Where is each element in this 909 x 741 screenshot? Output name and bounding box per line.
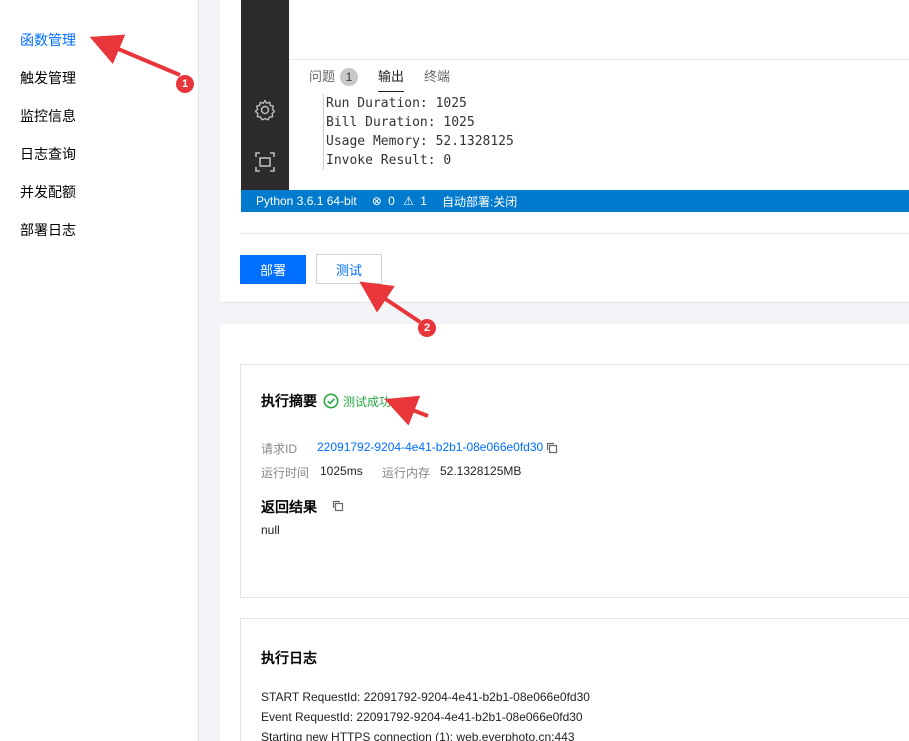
summary-title: 执行摘要: [261, 393, 317, 409]
memory-label: 运行内存: [382, 466, 431, 480]
focus-icon[interactable]: [253, 150, 277, 174]
execution-summary: 执行摘要 测试成功 请求ID 22091792-9204-4e41-b2b1-0…: [240, 364, 909, 598]
request-id-value[interactable]: 22091792-9204-4e41-b2b1-08e066e0fd30: [317, 440, 543, 454]
annotation-marker-2: 2: [418, 319, 436, 337]
execution-log: 执行日志 START RequestId: 22091792-9204-4e41…: [240, 618, 909, 741]
tab-problems-label: 问题: [309, 69, 336, 84]
request-id-label: 请求ID: [261, 442, 298, 456]
runtime-value: 1025ms: [320, 464, 363, 478]
divider: [240, 233, 909, 234]
status-bar: Python 3.6.1 64-bit ⊗ 0 ⚠ 1 自动部署:关闭: [241, 190, 909, 212]
status-badge: 测试成功: [343, 395, 392, 409]
tab-output[interactable]: 输出: [378, 66, 405, 92]
error-icon: ⊗: [371, 194, 382, 208]
warning-icon: ⚠: [403, 194, 414, 208]
editor-pane: 问题 1 输出 终端 Run Duration: 1025 Bill Durati…: [289, 0, 909, 190]
sidebar-item-function-management[interactable]: 函数管理: [20, 30, 76, 50]
output-line: Run Duration: 1025: [326, 96, 467, 111]
sidebar-item-deploy-log[interactable]: 部署日志: [20, 220, 76, 240]
copy-icon[interactable]: [332, 500, 344, 512]
sidebar-item-trigger-management[interactable]: 触发管理: [20, 68, 76, 88]
log-line: Starting new HTTPS connection (1): web.e…: [261, 730, 575, 741]
output-line: Bill Duration: 1025: [326, 115, 475, 130]
runtime-label: 运行时间: [261, 466, 310, 480]
success-check-icon: [323, 393, 339, 409]
output-line: Usage Memory: 52.1328125: [326, 134, 514, 149]
editor-card: 问题 1 输出 终端 Run Duration: 1025 Bill Durati…: [220, 0, 909, 303]
panel-tabs: 问题 1 输出 终端: [309, 66, 470, 92]
log-line: Event RequestId: 22091792-9204-4e41-b2b1…: [261, 710, 583, 724]
copy-icon[interactable]: [546, 442, 558, 454]
sidebar-item-monitoring[interactable]: 监控信息: [20, 106, 76, 126]
result-card: 执行摘要 测试成功 请求ID 22091792-9204-4e41-b2b1-0…: [220, 324, 909, 741]
annotation-marker-1: 1: [176, 75, 194, 93]
result-title: 返回结果: [261, 499, 317, 515]
tab-problems[interactable]: 问题 1: [309, 66, 359, 92]
output-line: Invoke Result: 0: [326, 153, 452, 168]
gear-icon[interactable]: [253, 98, 277, 122]
warnings-count: 1: [420, 194, 427, 208]
errors-count: 0: [388, 194, 395, 208]
problems-count-badge: 1: [340, 68, 359, 86]
output-console: Run Duration: 1025 Bill Duration: 1025 U…: [323, 94, 514, 170]
tab-terminal[interactable]: 终端: [424, 66, 450, 92]
sidebar-item-concurrency-quota[interactable]: 并发配额: [20, 182, 76, 202]
autodeploy-status[interactable]: 自动部署:关闭: [442, 193, 517, 210]
code-area[interactable]: [289, 0, 909, 60]
python-interpreter[interactable]: Python 3.6.1 64-bit: [256, 194, 357, 208]
sidebar-item-log-query[interactable]: 日志查询: [20, 144, 76, 164]
memory-value: 52.1328125MB: [440, 464, 522, 478]
log-title: 执行日志: [261, 650, 317, 666]
log-line: START RequestId: 22091792-9204-4e41-b2b1…: [261, 690, 590, 704]
test-button[interactable]: 测试: [316, 254, 382, 284]
result-value: null: [261, 523, 280, 537]
deploy-button[interactable]: 部署: [240, 255, 306, 284]
sidebar: 函数管理 触发管理 监控信息 日志查询 并发配额 部署日志: [0, 0, 199, 741]
editor-activity-bar: [241, 0, 289, 190]
problems-status[interactable]: ⊗ 0 ⚠ 1: [372, 194, 427, 208]
